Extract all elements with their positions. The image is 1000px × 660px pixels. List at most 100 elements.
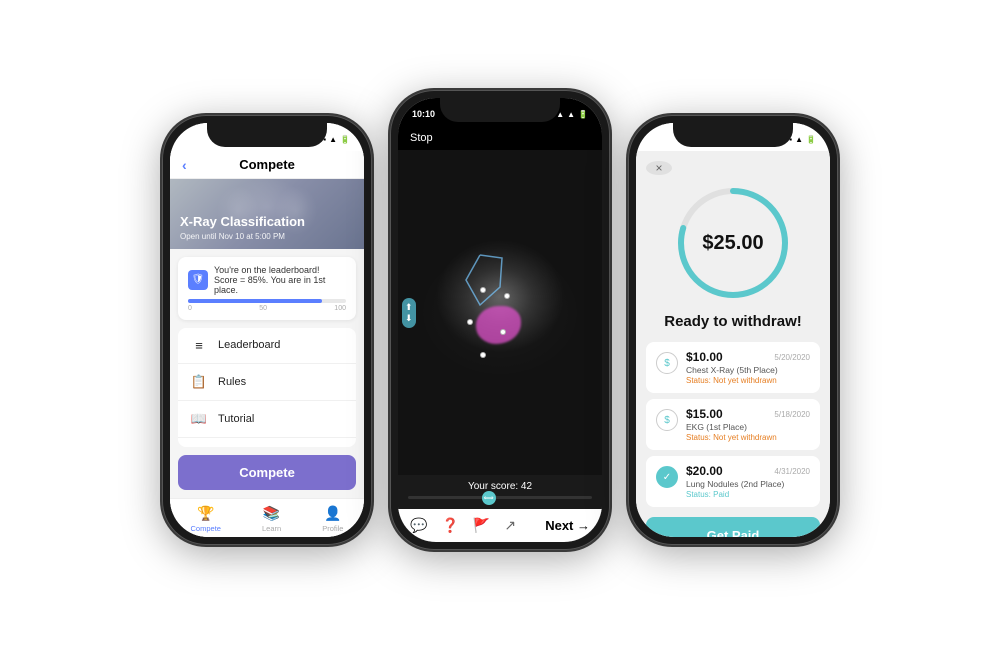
nav-profile-label: Profile [322, 524, 343, 533]
phone-3-notch [673, 123, 793, 147]
status-icons-2: ▲ ▲ 🔋 [556, 110, 588, 119]
your-score: Your score: 42 [408, 481, 592, 492]
scroll-indicator[interactable]: ⬆ ⬇ [402, 298, 416, 328]
earning-amount-3: $20.00 [686, 464, 723, 478]
xray-banner: X-Ray Classification Open until Nov 10 a… [170, 179, 364, 249]
ready-title: Ready to withdraw! [646, 313, 820, 330]
circle-amount-container: $25.00 [646, 183, 820, 303]
annotation-dot-3 [480, 352, 486, 358]
next-button[interactable]: Next → [545, 518, 590, 533]
screen1: ‹ Compete X-Ray Classification Open unti… [170, 151, 364, 537]
screen3: × $25.00 Ready to withdraw! [636, 151, 830, 537]
phone-1-screen: ▪▪▪ ▲ 🔋 ‹ Compete X-Ray Classification O… [170, 123, 364, 537]
screen2: Stop [398, 126, 602, 542]
progress-bar-fill [188, 299, 322, 303]
earning-status-2: Status: Not yet withdrawn [686, 433, 810, 442]
score-slider-thumb[interactable]: ⟺ [482, 491, 496, 505]
leaderboard-card-subtext: Score = 85%. You are in 1st place. [214, 275, 346, 295]
phone-3-screen: ▪▪▪ ▲ 🔋 × $25.00 [636, 123, 830, 537]
nav-learn[interactable]: 📚 Learn [262, 505, 281, 533]
earning-item-3: ✓ $20.00 4/31/2020 Lung Nodules (2nd Pla… [646, 456, 820, 507]
ct-scan-area: ⬆ ⬇ [398, 150, 602, 475]
progress-labels: 0 50 100 [188, 305, 346, 312]
annotation-dot-2 [467, 319, 473, 325]
score-slider-track[interactable]: ⟺ [408, 496, 592, 499]
share-icon[interactable]: ↗ [504, 517, 516, 534]
earning-desc-2: EKG (1st Place) [686, 422, 810, 432]
nav-learn-label: Learn [262, 524, 281, 533]
earning-status-1: Status: Not yet withdrawn [686, 376, 810, 385]
compete-nav-icon: 🏆 [197, 505, 214, 522]
earning-date-1: 5/20/2020 [774, 353, 810, 362]
stop-label[interactable]: Stop [410, 132, 433, 144]
annotation-dot-5 [504, 293, 510, 299]
menu-item-rules[interactable]: 📋 Rules [178, 364, 356, 401]
screen1-header: ‹ Compete [170, 151, 364, 179]
circle-amount: $25.00 [673, 183, 793, 303]
comment-icon[interactable]: 💬 [410, 517, 427, 534]
nav-compete[interactable]: 🏆 Compete [191, 505, 221, 533]
earning-desc-1: Chest X-Ray (5th Place) [686, 365, 810, 375]
rules-icon: 📋 [190, 374, 208, 390]
screen2-header: Stop [398, 126, 602, 150]
menu-item-leaderboard[interactable]: ≡ Leaderboard [178, 328, 356, 364]
profile-nav-icon: 👤 [324, 505, 341, 522]
earning-amount-date-3: $20.00 4/31/2020 [686, 464, 810, 478]
score-bar-section: Your score: 42 ⟺ [398, 475, 602, 509]
earning-status-3: Status: Paid [686, 490, 810, 499]
bottom-nav: 🏆 Compete 📚 Learn 👤 Profile [170, 498, 364, 537]
progress-bar-bg [188, 299, 346, 303]
earning-icon-3: ✓ [656, 466, 678, 488]
screen2-bottom: 💬 ❓ 🚩 ↗ Next → [398, 509, 602, 542]
xray-subtitle: Open until Nov 10 at 5:00 PM [180, 232, 305, 241]
annotation-dot-1 [480, 287, 486, 293]
menu-label-tutorial: Tutorial [218, 413, 254, 425]
earning-details-2: $15.00 5/18/2020 EKG (1st Place) Status:… [686, 407, 810, 442]
flag-icon[interactable]: 🚩 [473, 517, 490, 534]
pink-annotation-blob [476, 306, 521, 344]
earning-amount-date-2: $15.00 5/18/2020 [686, 407, 810, 421]
leaderboard-icon: ≡ [190, 338, 208, 353]
get-paid-button[interactable]: Get Paid [646, 517, 820, 537]
earning-desc-3: Lung Nodules (2nd Place) [686, 479, 810, 489]
leaderboard-card-row: 🛡 You're on the leaderboard! Score = 85%… [188, 265, 346, 295]
menu-list: ≡ Leaderboard 📋 Rules 📖 Tutorial 📄 Pract… [178, 328, 356, 447]
phone-1: ▪▪▪ ▲ 🔋 ‹ Compete X-Ray Classification O… [162, 115, 372, 545]
menu-item-practice[interactable]: 📄 Practice [178, 438, 356, 447]
screen1-title: Compete [239, 157, 295, 172]
close-button[interactable]: × [646, 161, 672, 175]
compete-button[interactable]: Compete [178, 455, 356, 490]
phone-2-screen: 10:10 ▲ ▲ 🔋 Stop [398, 98, 602, 542]
shield-icon: 🛡 [188, 270, 208, 290]
earning-date-2: 5/18/2020 [774, 410, 810, 419]
leaderboard-card-text: You're on the leaderboard! [214, 265, 346, 275]
nav-compete-label: Compete [191, 524, 221, 533]
earning-icon-2: $ [656, 409, 678, 431]
nav-profile[interactable]: 👤 Profile [322, 505, 343, 533]
earnings-list: $ $10.00 5/20/2020 Chest X-Ray (5th Plac… [646, 342, 820, 507]
earning-amount-2: $15.00 [686, 407, 723, 421]
earning-amount-1: $10.00 [686, 350, 723, 364]
annotation-dot-4 [500, 329, 506, 335]
menu-label-rules: Rules [218, 376, 246, 388]
tutorial-icon: 📖 [190, 411, 208, 427]
leaderboard-card: 🛡 You're on the leaderboard! Score = 85%… [178, 257, 356, 320]
menu-label-leaderboard: Leaderboard [218, 339, 280, 351]
phone-2: 10:10 ▲ ▲ 🔋 Stop [390, 90, 610, 550]
help-icon[interactable]: ❓ [441, 517, 458, 534]
earning-icon-1: $ [656, 352, 678, 374]
amount-text: $25.00 [702, 232, 763, 255]
earning-date-3: 4/31/2020 [774, 467, 810, 476]
xray-text-overlay: X-Ray Classification Open until Nov 10 a… [180, 214, 305, 241]
bottom-action-icons: 💬 ❓ 🚩 ↗ [410, 517, 516, 534]
learn-nav-icon: 📚 [263, 505, 280, 522]
earning-item-1: $ $10.00 5/20/2020 Chest X-Ray (5th Plac… [646, 342, 820, 393]
phone-2-notch [440, 98, 560, 122]
menu-item-tutorial[interactable]: 📖 Tutorial [178, 401, 356, 438]
xray-title: X-Ray Classification [180, 214, 305, 230]
earning-item-2: $ $15.00 5/18/2020 EKG (1st Place) Statu… [646, 399, 820, 450]
phones-container: ▪▪▪ ▲ 🔋 ‹ Compete X-Ray Classification O… [142, 90, 858, 570]
back-arrow-icon[interactable]: ‹ [182, 157, 187, 173]
phone-3: ▪▪▪ ▲ 🔋 × $25.00 [628, 115, 838, 545]
earning-details-1: $10.00 5/20/2020 Chest X-Ray (5th Place)… [686, 350, 810, 385]
